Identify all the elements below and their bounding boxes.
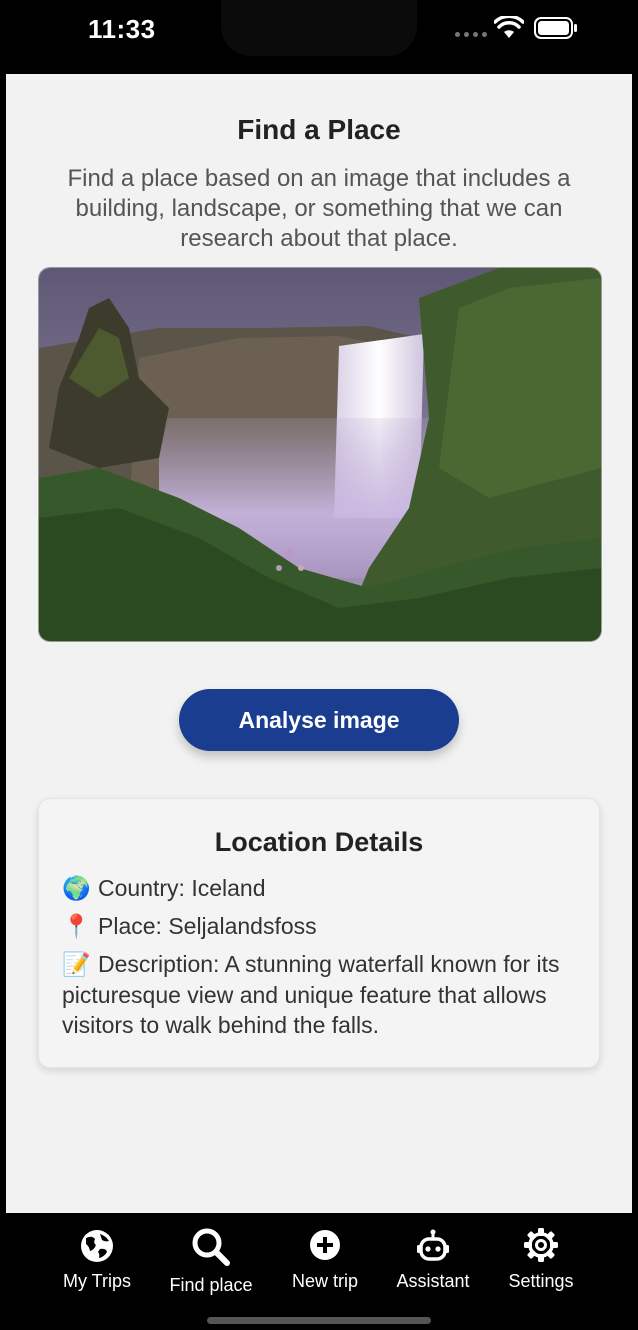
globe-emoji-icon: 🌍 (62, 876, 91, 902)
tab-assistant[interactable]: Assistant (373, 1213, 493, 1308)
country-text: Country: Iceland (98, 875, 266, 901)
description-text: Description: A stunning waterfall known … (62, 951, 560, 1038)
dynamic-island (221, 0, 417, 56)
bottom-tab-bar: My Trips Find place New trip Assistant S… (0, 1213, 638, 1330)
analyse-image-button[interactable]: Analyse image (179, 689, 459, 751)
wifi-icon (494, 16, 524, 38)
globe-icon (81, 1230, 113, 1262)
status-time: 11:33 (88, 14, 156, 44)
find-place-screen: Find a Place Find a place based on an im… (6, 74, 632, 1213)
status-bar: 11:33 (0, 0, 638, 74)
tab-find-place[interactable]: Find place (151, 1213, 271, 1308)
description-row: 📝 Description: A stunning waterfall known… (62, 949, 577, 1040)
search-icon (192, 1228, 230, 1266)
tab-my-trips[interactable]: My Trips (37, 1213, 157, 1308)
selected-image[interactable] (38, 267, 602, 642)
tab-label: Settings (508, 1271, 574, 1291)
battery-icon (534, 17, 577, 39)
plus-circle-icon (310, 1230, 340, 1260)
page-title: Find a Place (237, 114, 401, 145)
memo-emoji-icon: 📝 (62, 952, 91, 978)
tab-new-trip[interactable]: New trip (265, 1213, 385, 1308)
tab-label: Find place (169, 1275, 253, 1295)
cellular-signal-icon (455, 32, 487, 37)
tab-label: New trip (291, 1271, 358, 1291)
tab-label: Assistant (396, 1271, 470, 1291)
page-subtitle: Find a place based on an image that incl… (67, 165, 571, 252)
robot-icon (417, 1229, 449, 1261)
pin-emoji-icon: 📍 (62, 914, 91, 940)
location-details-card: Location Details 🌍 Country: Iceland 📍 Plac… (38, 798, 600, 1068)
place-text: Place: Seljalandsfoss (98, 913, 317, 939)
waterfall-photo (39, 268, 601, 641)
country-row: 🌍 Country: Iceland (62, 873, 577, 904)
tab-label: My Trips (62, 1271, 131, 1291)
tab-settings[interactable]: Settings (481, 1213, 601, 1308)
gear-icon (524, 1228, 558, 1262)
home-indicator (207, 1317, 431, 1324)
place-row: 📍 Place: Seljalandsfoss (62, 911, 577, 942)
location-details-title: Location Details (214, 827, 424, 857)
